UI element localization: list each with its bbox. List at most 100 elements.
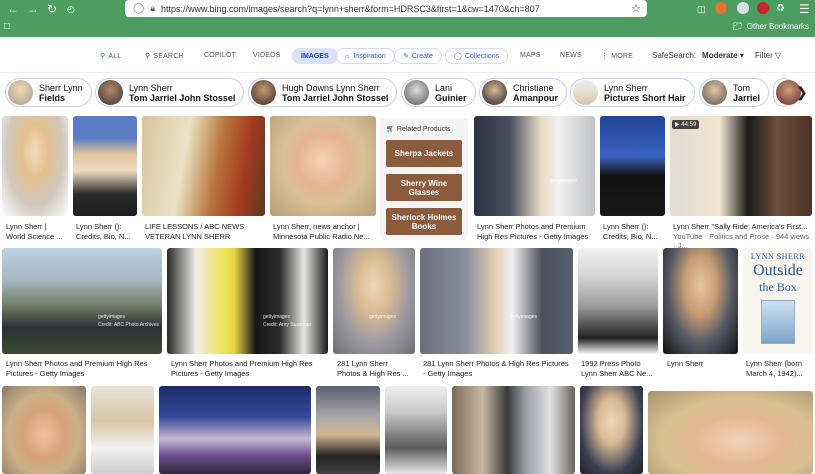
shield-icon: ◯ [133, 3, 145, 14]
video-duration-badge: ▶ 44:59 [672, 120, 700, 129]
nav-news[interactable]: NEWS [560, 52, 582, 59]
image-caption[interactable]: Lynn Sherr (born March 4, 1942)... [746, 359, 814, 378]
image-tile[interactable] [73, 116, 137, 216]
nav-all[interactable]: ⚲ ALL [100, 52, 121, 61]
image-caption[interactable]: 281 Lynn Sherr Photos & High Res ... [337, 359, 419, 378]
image-tile[interactable]: gettyimages [420, 248, 573, 354]
menu-icon[interactable]: ☰ [799, 1, 810, 17]
image-tile[interactable] [142, 116, 265, 216]
chevron-right-icon[interactable]: ❯ [796, 84, 808, 101]
product-sherlock-holmes-books[interactable]: Sherlock Holmes Books [386, 208, 462, 235]
image-caption[interactable]: Lynn Sherr Photos and Premium High Res Pi… [6, 359, 166, 378]
bookmark-star-icon[interactable]: ☆ [631, 2, 641, 15]
chip-sherr-lynn-fields[interactable]: Sherr Lynn Fields [5, 78, 92, 107]
image-caption[interactable]: Lynn Sherr [667, 359, 741, 369]
image-tile[interactable] [452, 386, 575, 474]
account-icon[interactable] [737, 2, 749, 14]
image-caption[interactable]: Lynn Sherr | World Science ... [6, 222, 70, 241]
image-caption[interactable]: Lynn Sherr (): Credits, Bio, N... [76, 222, 140, 241]
related-products-header: 🛒︎ Related Products [386, 126, 451, 133]
product-sherpa-jackets[interactable]: Sherpa Jackets [386, 140, 462, 167]
image-tile[interactable] [2, 116, 68, 216]
create-icon: ✎ [403, 53, 409, 60]
nav-maps[interactable]: MAPS [520, 52, 541, 59]
image-tile[interactable] [648, 391, 813, 474]
image-caption[interactable]: 281 Lynn Sherr Photos & High Res Picture… [423, 359, 575, 378]
nav-inspiration[interactable]: ☼ Inspiration [335, 48, 395, 64]
image-caption[interactable]: Lynn Sherr "Sally Ride: America's First.… [673, 222, 813, 251]
chip-hugh-downs[interactable]: Hugh Downs Lynn Sherr Tom Jarriel John St… [248, 78, 398, 107]
book-cover-tile[interactable]: LYNN SHERR Outside the Box [743, 248, 813, 354]
history-icon[interactable]: ◴ [67, 1, 75, 17]
chip-thumbnail [251, 80, 276, 105]
image-tile[interactable]: gettyimages Credit: ABC Photo Archives [2, 248, 162, 354]
chip-pictures-short-hair[interactable]: Lynn Sherr Pictures Short Hair [570, 78, 695, 107]
url-text: https://www.bing.com/images/search?q=lyn… [161, 3, 540, 14]
pocket-icon[interactable]: ◫ [697, 1, 706, 17]
chip-thumbnail [404, 80, 429, 105]
image-tile[interactable] [670, 116, 812, 216]
image-caption[interactable]: 1992 Press Photo Lynn Sherr ABC Ne... [581, 359, 661, 378]
image-tile[interactable] [316, 386, 380, 474]
image-tile[interactable] [159, 386, 311, 474]
folder-icon: 📁︎ [732, 22, 743, 31]
bulb-icon: ☼ [344, 52, 351, 60]
image-caption[interactable]: Lynn Sherr, news anchor | Minnesota Publi… [273, 222, 378, 241]
extensions-icon[interactable]: ♻ [776, 1, 785, 17]
image-tile[interactable] [270, 116, 376, 216]
image-tile[interactable] [663, 248, 738, 354]
url-bar[interactable]: ◯ 🔒︎ https://www.bing.com/images/search?… [125, 0, 647, 17]
image-caption[interactable]: Lynn Sherr (): Credits, Bio, N... [603, 222, 667, 241]
chip-thumbnail [702, 80, 727, 105]
chip-lani-guinier[interactable]: Lani Guinier [401, 78, 476, 107]
more-dots-icon: ⋮ [601, 53, 609, 60]
image-tile[interactable]: gettyimages [333, 248, 415, 354]
chip-thumbnail [8, 80, 33, 105]
chip-thumbnail [573, 80, 598, 105]
nav-copilot[interactable]: COPILOT [204, 52, 236, 59]
book-cover-image [761, 300, 795, 344]
lock-icon: 🔒︎ [150, 3, 155, 13]
bing-scope-nav: ⚲ ALL ⚲ SEARCH COPILOT VIDEOS IMAGES ☼ Insp… [0, 41, 815, 73]
other-bookmarks[interactable]: 📁︎ Other Bookmarks [733, 22, 809, 31]
product-sherry-wine-glasses[interactable]: Sherry Wine Glasses [386, 174, 462, 201]
image-tile[interactable] [385, 386, 447, 474]
bookmarks-bar: □ 📁︎ Other Bookmarks [0, 18, 815, 37]
nav-create[interactable]: ✎ Create [394, 48, 442, 64]
image-tile[interactable] [2, 386, 86, 474]
image-tile[interactable] [600, 116, 665, 216]
image-caption[interactable]: LIFE LESSONS / ABC NEWS VETERAN LYNN SHER… [145, 222, 270, 241]
chip-christiane-amanpour[interactable]: Christiane Amanpour [479, 78, 567, 107]
image-tile[interactable]: gettyimages [474, 116, 595, 216]
image-caption[interactable]: Lynn Sherr Photos and Premium High Res Pi… [171, 359, 331, 378]
nav-images[interactable]: IMAGES [292, 48, 338, 64]
cart-icon: 🛒︎ [386, 126, 395, 133]
nav-collections[interactable]: ◯ Collections [445, 48, 509, 64]
chip-tom-jarriel[interactable]: Tom Jarriel [699, 78, 770, 107]
image-tile[interactable] [580, 386, 643, 474]
chip-thumbnail [482, 80, 507, 105]
filter-icon: ▽ [775, 51, 782, 60]
safesearch-dropdown[interactable]: SafeSearch: Moderate ▾ [652, 51, 744, 60]
ublock-icon[interactable] [757, 2, 769, 14]
bing-icon[interactable]: □ [4, 21, 10, 32]
nav-videos[interactable]: VIDEOS [253, 52, 281, 59]
image-tile[interactable] [578, 248, 658, 354]
chip-lynn-sherr-tom-jarriel[interactable]: Lynn Sherr Tom Jarriel John Stossel [95, 78, 245, 107]
browser-toolbar: ← → ↻ ◴ ◯ 🔒︎ https://www.bing.com/images… [0, 0, 815, 18]
filter-button[interactable]: Filter ▽ [755, 51, 781, 60]
image-caption[interactable]: Lynn Sherr Photos and Premium High Res Pi… [477, 222, 599, 241]
chip-partial[interactable] [773, 78, 801, 107]
reload-icon[interactable]: ↻ [47, 1, 57, 17]
related-products-panel: 🛒︎ Related Products Sherpa Jackets Sherr… [380, 118, 468, 240]
nav-more[interactable]: ⋮ MORE [601, 52, 633, 61]
image-tile[interactable] [91, 386, 154, 474]
collections-icon: ◯ [454, 53, 462, 60]
back-icon[interactable]: ← [7, 1, 19, 17]
search-icon: ⚲ [145, 53, 151, 60]
image-tile[interactable]: gettyimages Credit: Amy Sussman [167, 248, 328, 354]
chip-thumbnail [98, 80, 123, 105]
firefox-icon[interactable] [715, 2, 727, 14]
forward-icon[interactable]: → [27, 1, 39, 17]
nav-search[interactable]: ⚲ SEARCH [145, 52, 184, 61]
